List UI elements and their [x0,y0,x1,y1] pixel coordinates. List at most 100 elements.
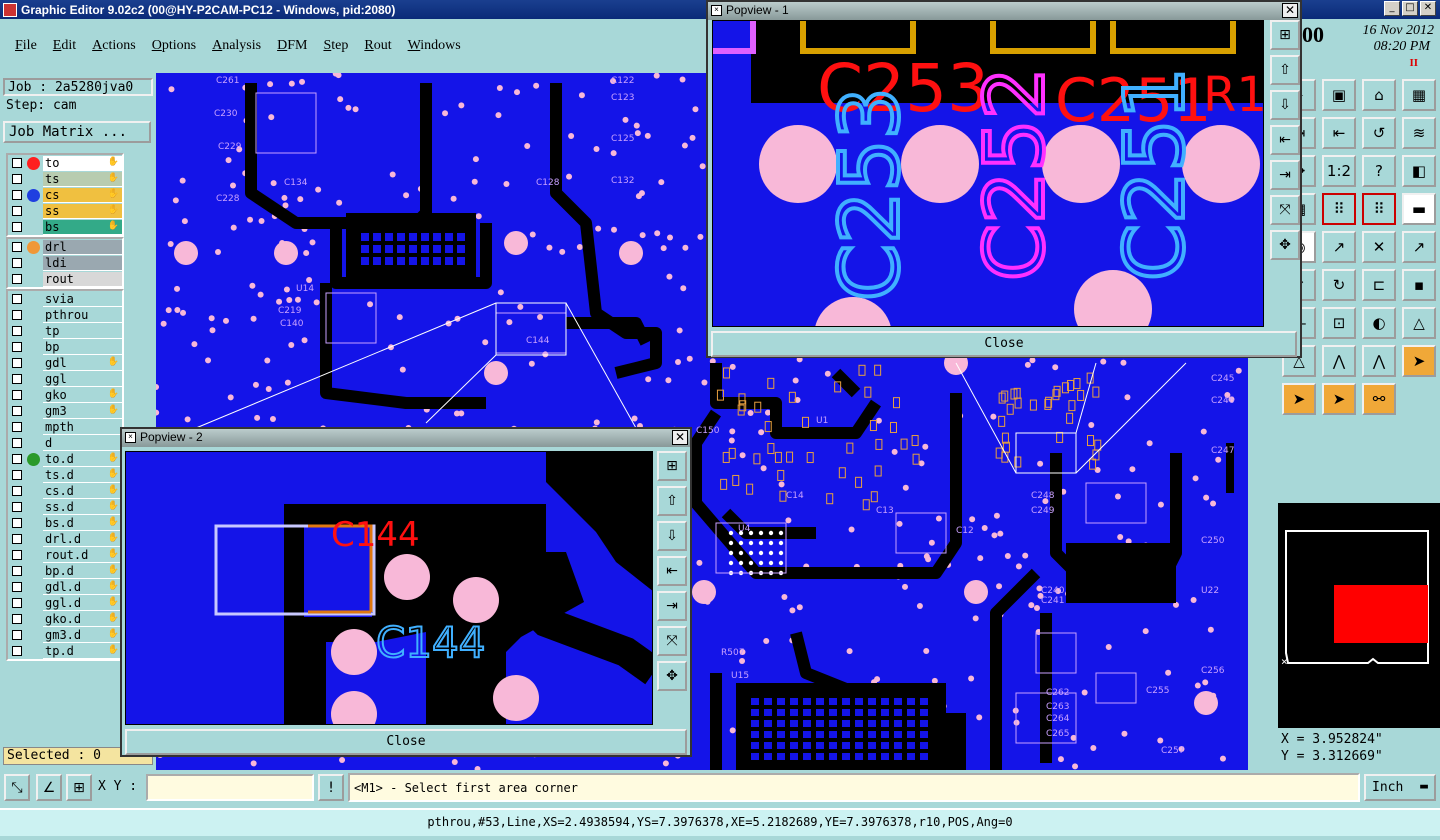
help-icon[interactable]: ? [1362,155,1396,187]
layer-checkbox[interactable] [12,374,22,384]
popview-2-close-icon[interactable]: ✕ [672,430,688,445]
zoom-fit-icon[interactable]: ⊞ [657,451,687,481]
pan-up-icon[interactable]: ⇧ [657,486,687,516]
layer-checkbox[interactable] [12,598,22,608]
layer-row-ss-d[interactable]: ss.d ✋ [8,499,122,515]
layer-checkbox[interactable] [12,630,22,640]
layer-checkbox[interactable] [12,174,22,184]
menu-analysis[interactable]: Analysis [212,38,261,54]
box-icon[interactable]: ⊡ [1322,307,1356,339]
polygon2-icon[interactable]: ⋀ [1362,345,1396,377]
layer-checkbox[interactable] [12,470,22,480]
layer-checkbox[interactable] [12,222,22,232]
layer-checkbox[interactable] [12,390,22,400]
pan-up-icon[interactable]: ⇧ [1270,55,1300,85]
popview-1-close-button[interactable]: Close [711,331,1297,357]
zoom-in-icon[interactable]: ⤧ [657,626,687,656]
pan-left-icon[interactable]: ⇤ [657,556,687,586]
link-icon[interactable]: ⚯ [1362,383,1396,415]
pan-left-icon[interactable]: ⇤ [1270,125,1300,155]
arrow-icon[interactable]: ↗ [1322,231,1356,263]
pan-down-icon[interactable]: ⇩ [657,521,687,551]
menu-dfm[interactable]: DFM [277,38,307,54]
ruler-icon[interactable]: ▬ [1402,193,1436,225]
pan-left-icon[interactable]: ⇤ [1322,117,1356,149]
move-icon[interactable]: ↗ [1402,231,1436,263]
layer-checkbox[interactable] [12,438,22,448]
polygon-icon[interactable]: ⋀ [1322,345,1356,377]
layer-row-bp[interactable]: bp [8,339,122,355]
layer-checkbox[interactable] [12,518,22,528]
popview-1-titlebar[interactable]: × Popview - 1 ✕ [708,2,1300,20]
popview-1-view[interactable]: C253 C251 R1 C253 C252 C251 [712,20,1264,327]
layer-checkbox[interactable] [12,502,22,512]
cross-icon[interactable]: ✕ [1362,231,1396,263]
layer-row-cs[interactable]: cs ✋ [8,187,122,203]
layer-checkbox[interactable] [12,486,22,496]
menu-file[interactable]: File [15,38,37,54]
layer-checkbox[interactable] [12,358,22,368]
layer-checkbox[interactable] [12,206,22,216]
layer-checkbox[interactable] [12,582,22,592]
layer-checkbox[interactable] [12,550,22,560]
zoom-in-icon[interactable]: ⤧ [1270,195,1300,225]
menu-windows[interactable]: Windows [408,38,461,54]
layer-row-ss[interactable]: ss ✋ [8,203,122,219]
layer-row-ggl[interactable]: ggl [8,371,122,387]
layer-row-bs[interactable]: bs ✋ [8,219,122,235]
job-matrix-button[interactable]: Job Matrix ... [3,121,151,143]
menu-options[interactable]: Options [152,38,196,54]
circle-icon[interactable]: ◐ [1362,307,1396,339]
layer-row-pthrou[interactable]: pthrou [8,307,122,323]
layer-row-svia[interactable]: svia [8,291,122,307]
menu-rout[interactable]: Rout [364,38,391,54]
home-icon[interactable]: ⌂ [1362,79,1396,111]
layer-row-ts-d[interactable]: ts.d ✋ [8,467,122,483]
layer-row-ldi[interactable]: ldi [8,255,122,271]
menu-actions[interactable]: Actions [92,38,136,54]
layer-checkbox[interactable] [12,614,22,624]
alert-icon[interactable]: ! [318,774,344,801]
layer-row-gdl-d[interactable]: gdl.d ✋ [8,579,122,595]
pointer3-icon[interactable]: ➤ [1322,383,1356,415]
layer-checkbox[interactable] [12,258,22,268]
popview-2-view[interactable]: C144 C144 [125,451,653,725]
zoom-out-icon[interactable]: ✥ [657,661,687,691]
minimize-button[interactable]: _ [1384,1,1400,16]
layer-checkbox[interactable] [12,406,22,416]
window-icon[interactable]: ▦ [1402,79,1436,111]
layer-row-mpth[interactable]: mpth [8,419,122,435]
layer-row-bs-d[interactable]: bs.d ✋ [8,515,122,531]
arc-icon[interactable]: ↻ [1322,269,1356,301]
layer-checkbox[interactable] [12,274,22,284]
layer-checkbox[interactable] [12,454,22,464]
layer-checkbox[interactable] [12,242,22,252]
pointer2-icon[interactable]: ➤ [1282,383,1316,415]
layer-row-rout[interactable]: rout [8,271,122,287]
layer-row-ts[interactable]: ts ✋ [8,171,122,187]
zoom-area-icon[interactable]: ⤡ [4,774,30,801]
layer-checkbox[interactable] [12,342,22,352]
layer-row-ggl-d[interactable]: ggl.d ✋ [8,595,122,611]
maximize-button[interactable]: □ [1402,1,1418,16]
pan-right-icon[interactable]: ⇥ [1270,160,1300,190]
pan-down-icon[interactable]: ⇩ [1270,90,1300,120]
zoom-out-icon[interactable]: ✥ [1270,230,1300,260]
half-icon[interactable]: ◧ [1402,155,1436,187]
xy-input[interactable] [146,774,314,801]
layer-row-tp-d[interactable]: tp.d ✋ [8,643,122,659]
pan-right-icon[interactable]: ⇥ [657,591,687,621]
wave-icon[interactable]: ≋ [1402,117,1436,149]
menu-step[interactable]: Step [323,38,348,54]
layer-checkbox[interactable] [12,566,22,576]
layer-row-to-d[interactable]: to.d ✋ [8,451,122,467]
layer-checkbox[interactable] [12,310,22,320]
split-icon[interactable]: ⊏ [1362,269,1396,301]
layer-row-bp-d[interactable]: bp.d ✋ [8,563,122,579]
popview-1-close-icon[interactable]: ✕ [1282,3,1298,18]
scale-icon[interactable]: 1:2 [1322,155,1356,187]
layer-row-cs-d[interactable]: cs.d ✋ [8,483,122,499]
menu-edit[interactable]: Edit [53,38,76,54]
close-window-button[interactable]: ✕ [1420,1,1436,16]
overview-map[interactable]: × [1278,503,1440,728]
